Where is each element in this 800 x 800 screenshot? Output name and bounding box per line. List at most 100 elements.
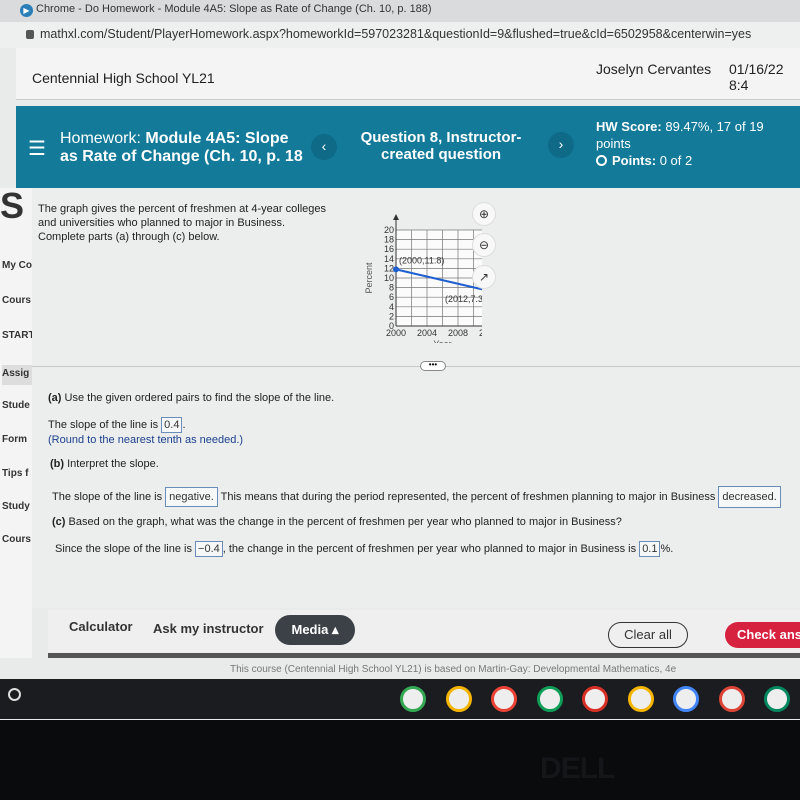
- ask-instructor-link[interactable]: Ask my instructor: [153, 621, 264, 636]
- change-answer-box[interactable]: 0.1: [639, 541, 661, 557]
- y-tick-label: 8: [389, 283, 394, 293]
- question-intro: The graph gives the percent of freshmen …: [38, 202, 326, 244]
- score-panel: HW Score: 89.47%, 17 of 19 points Points…: [596, 118, 796, 169]
- launcher-icon[interactable]: [8, 688, 21, 701]
- browser-tab-bar: ▶ Chrome - Do Homework - Module 4A5: Slo…: [0, 0, 800, 22]
- question-title: Question 8, Instructor-created question: [360, 129, 522, 163]
- address-bar[interactable]: mathxl.com/Student/PlayerHomework.aspx?h…: [0, 22, 800, 48]
- points-circle-icon: [596, 155, 607, 166]
- zoom-in-button[interactable]: ⊕: [472, 202, 496, 226]
- part-a-hint: (Round to the nearest tenth as needed.): [48, 434, 244, 446]
- homework-name: Module 4A5: Slope: [145, 130, 289, 147]
- homework-bar: ☰ Homework: Module 4A5: Slope as Rate of…: [16, 106, 800, 188]
- slope-answer-box[interactable]: 0.4: [161, 417, 183, 433]
- zoom-in-icon: ⊕: [478, 207, 490, 221]
- part-b-prompt: (b) Interpret the slope.: [50, 458, 159, 470]
- drive-app-icon[interactable]: [400, 686, 426, 712]
- y-tick-label: 16: [384, 244, 394, 254]
- check-answer-button[interactable]: Check ans: [725, 622, 800, 648]
- y-tick-label: 12: [384, 263, 394, 273]
- footer-toolbar: Calculator Ask my instructor Media ▴ Cle…: [48, 610, 800, 658]
- x-tick-label: 2008: [448, 328, 468, 338]
- x-tick-label: 2000: [386, 328, 406, 338]
- popout-button[interactable]: ↗: [472, 265, 496, 289]
- sidebar-item[interactable]: Study: [2, 501, 30, 512]
- chevron-right-icon: ›: [558, 136, 564, 152]
- y-tick-label: 10: [384, 273, 394, 283]
- sidebar-item[interactable]: Form: [2, 434, 27, 445]
- dell-logo: DELL: [540, 752, 615, 785]
- chevron-left-icon: ‹: [321, 138, 327, 154]
- homework-name-cont: as Rate of Change (Ch. 10, p. 18: [60, 148, 303, 165]
- sidebar-item[interactable]: START: [2, 330, 32, 341]
- data-point: [393, 266, 399, 273]
- gmail-app-icon[interactable]: [491, 686, 517, 712]
- intro-line: and universities who planned to major in…: [38, 217, 286, 229]
- points-value: 0 of 2: [659, 153, 693, 168]
- y-axis-arrow-icon: [393, 214, 399, 220]
- datetime: 01/16/22 8:4: [729, 61, 784, 93]
- user-name[interactable]: Joselyn Cervantes: [596, 61, 711, 77]
- x-tick-label: 2004: [417, 328, 437, 338]
- sidebar-item[interactable]: Cours: [2, 295, 31, 306]
- course-note: This course (Centennial High School YL21…: [230, 664, 677, 675]
- site-header: Centennial High School YL21 Joselyn Cerv…: [16, 48, 800, 100]
- url-text[interactable]: mathxl.com/Student/PlayerHomework.aspx?h…: [40, 27, 751, 41]
- menu-icon[interactable]: ☰: [28, 136, 46, 161]
- slope-sign-dropdown[interactable]: negative.: [165, 487, 218, 507]
- points-label: Points:: [612, 153, 657, 168]
- y-tick-label: 2: [389, 311, 394, 321]
- background-heading: S: [0, 185, 25, 226]
- intro-line: Complete parts (a) through (c) below.: [38, 231, 220, 243]
- score-label: HW Score:: [596, 119, 662, 134]
- docs-app-icon[interactable]: [673, 686, 699, 712]
- intro-line: The graph gives the percent of freshmen …: [38, 203, 326, 215]
- slope-value-box[interactable]: −0.4: [195, 541, 223, 557]
- keep-app-icon[interactable]: [445, 686, 472, 712]
- sidebar-item[interactable]: Stude: [2, 400, 30, 411]
- homework-prefix: Homework:: [60, 130, 141, 147]
- line-chart: 024681012141618202000200420082012YearPer…: [364, 214, 482, 343]
- lock-icon: [26, 30, 34, 39]
- sidebar-item[interactable]: My Co: [2, 260, 32, 271]
- slides-app-icon[interactable]: [627, 686, 654, 712]
- homework-title: Homework: Module 4A5: Slope as Rate of C…: [60, 130, 320, 166]
- next-question-button[interactable]: ›: [548, 132, 574, 158]
- play-app-icon[interactable]: [764, 686, 790, 712]
- office-app-icon[interactable]: [582, 686, 608, 712]
- sidebar-item[interactable]: Tips f: [2, 468, 28, 479]
- media-button[interactable]: Media ▴: [275, 615, 355, 645]
- y-tick-label: 4: [389, 302, 394, 312]
- screen: ▶ Chrome - Do Homework - Module 4A5: Slo…: [0, 0, 800, 720]
- y-axis-label: Percent: [364, 262, 374, 294]
- background-sidebar: My Co Cours START Assig Stude Form Tips …: [0, 188, 32, 658]
- part-a-prompt: (a) Use the given ordered pairs to find …: [48, 392, 335, 404]
- part-b-answer-line: The slope of the line is negative. This …: [52, 486, 781, 508]
- sheets-app-icon[interactable]: [536, 686, 563, 712]
- part-c-answer-line: Since the slope of the line is −0.4, the…: [55, 541, 674, 557]
- y-tick-label: 20: [384, 225, 394, 235]
- y-tick-label: 14: [384, 254, 394, 264]
- calculator-link[interactable]: Calculator: [69, 619, 133, 634]
- sidebar-item[interactable]: Cours: [2, 534, 31, 545]
- zoom-out-icon: ⊖: [478, 238, 490, 252]
- tab-title[interactable]: Chrome - Do Homework - Module 4A5: Slope…: [36, 3, 432, 15]
- school-name: Centennial High School YL21: [32, 70, 215, 86]
- previous-question-button[interactable]: ‹: [311, 134, 337, 160]
- x-tick-label: 2012: [479, 328, 482, 338]
- zoom-out-button[interactable]: ⊖: [472, 233, 496, 257]
- data-label: (2000,11.8): [399, 255, 444, 265]
- x-axis-label: Year: [433, 339, 451, 343]
- chrome-app-icon[interactable]: [718, 686, 745, 712]
- divider: [32, 366, 800, 367]
- question-panel: The graph gives the percent of freshmen …: [32, 188, 800, 608]
- clear-all-button[interactable]: Clear all: [608, 622, 688, 648]
- part-a-answer-line: The slope of the line is 0.4.: [48, 417, 186, 433]
- y-tick-label: 18: [384, 235, 394, 245]
- resize-handle[interactable]: •••: [420, 361, 446, 371]
- y-tick-label: 6: [389, 292, 394, 302]
- popout-icon: ↗: [478, 270, 490, 284]
- trend-dropdown[interactable]: decreased.: [718, 486, 781, 508]
- sidebar-item[interactable]: Assig: [2, 365, 32, 385]
- part-c-prompt: (c) Based on the graph, what was the cha…: [52, 516, 622, 528]
